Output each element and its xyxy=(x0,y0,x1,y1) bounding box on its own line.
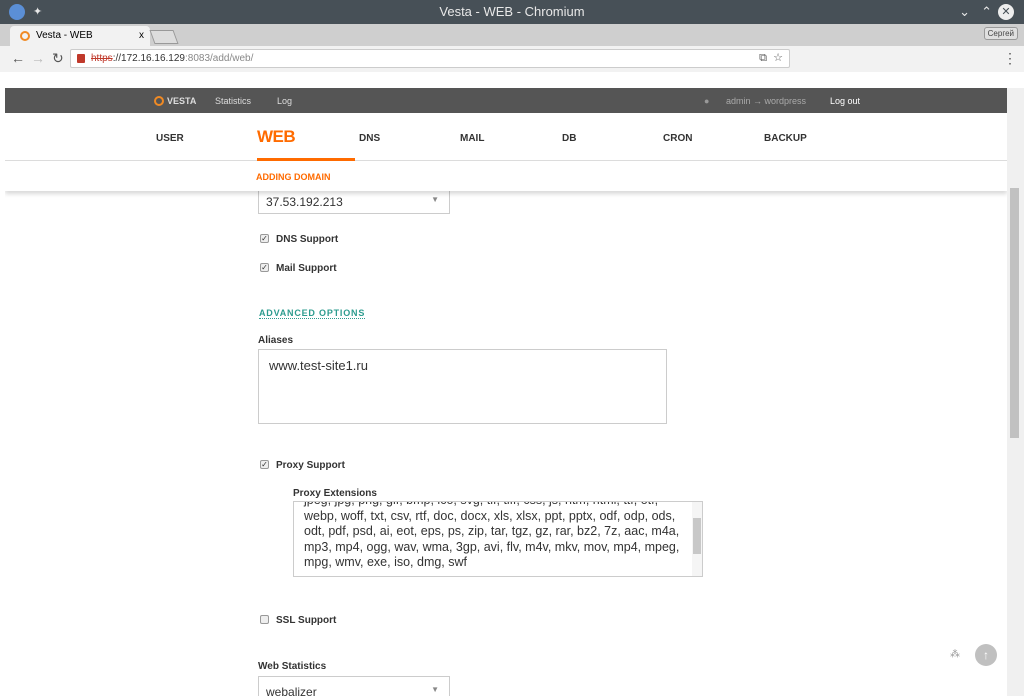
subheader: ADDING DOMAIN xyxy=(5,161,1007,191)
browser-tab[interactable]: Vesta - WEB x xyxy=(10,26,150,46)
mail-checkbox[interactable]: ✓ xyxy=(260,263,269,272)
proxy-extensions-label: Proxy Extensions xyxy=(293,488,377,499)
aliases-textarea[interactable]: www.test-site1.ru xyxy=(258,349,667,424)
page-title: ADDING DOMAIN xyxy=(256,172,331,182)
insecure-lock-icon xyxy=(77,54,85,63)
page-scrollbar[interactable] xyxy=(1007,88,1024,696)
new-tab-button[interactable] xyxy=(149,30,179,44)
chevron-down-icon: ▼ xyxy=(431,685,439,694)
vesta-logo[interactable]: VESTA xyxy=(154,96,196,106)
tab-close-icon[interactable]: x xyxy=(139,26,144,46)
window-title: Vesta - WEB - Chromium xyxy=(439,4,585,19)
menu-dns[interactable]: DNS xyxy=(359,133,380,144)
back-icon[interactable]: ← xyxy=(11,50,25,66)
address-bar[interactable]: https://172.16.16.129:8083/add/web/ ⧉ ☆ xyxy=(70,49,790,68)
chromium-icon xyxy=(9,4,25,20)
shortcuts-icon[interactable]: ⁂ xyxy=(950,649,960,660)
ssl-label: SSL Support xyxy=(276,615,337,626)
minimize-icon[interactable]: ⌄ xyxy=(959,0,970,24)
pin-icon[interactable]: ✦ xyxy=(33,0,42,24)
aliases-label: Aliases xyxy=(258,335,294,346)
statistics-link[interactable]: Statistics xyxy=(215,96,251,106)
top-nav: VESTA Statistics Log ● admin → wordpress… xyxy=(5,88,1007,113)
favicon-icon xyxy=(20,31,30,41)
menu-db[interactable]: DB xyxy=(562,133,576,144)
translate-icon[interactable]: ⧉ xyxy=(759,50,767,67)
dns-checkbox[interactable]: ✓ xyxy=(260,234,269,243)
textarea-scrollbar[interactable] xyxy=(692,502,702,576)
chevron-down-icon: ▼ xyxy=(431,195,439,204)
menu-icon[interactable]: ⋮ xyxy=(1003,50,1017,67)
proxy-extensions-textarea[interactable]: jpeg, jpg, png, gif, bmp, ico, svg, tif,… xyxy=(293,501,703,577)
profile-button[interactable]: Сергей xyxy=(983,27,1018,40)
proxy-checkbox[interactable]: ✓ xyxy=(260,460,269,469)
page-viewport: VESTA Statistics Log ● admin → wordpress… xyxy=(5,88,1007,696)
scroll-top-button[interactable]: ↑ xyxy=(975,644,997,666)
web-stats-label: Web Statistics xyxy=(258,661,327,672)
menu-mail[interactable]: MAIL xyxy=(460,133,484,144)
tab-title: Vesta - WEB xyxy=(36,30,93,41)
maximize-icon[interactable]: ⌃ xyxy=(981,0,992,24)
logout-link[interactable]: Log out xyxy=(830,96,860,106)
menu-backup[interactable]: BACKUP xyxy=(764,133,807,144)
main-menu: USER WEB DNS MAIL DB CRON BACKUP xyxy=(5,113,1007,161)
user-link[interactable]: admin → wordpress xyxy=(726,96,806,106)
bell-icon[interactable]: ● xyxy=(704,96,709,106)
menu-web[interactable]: WEB xyxy=(257,127,296,147)
proxy-label: Proxy Support xyxy=(276,460,345,471)
dns-label: DNS Support xyxy=(276,234,339,245)
log-link[interactable]: Log xyxy=(277,96,292,106)
menu-user[interactable]: USER xyxy=(156,133,184,144)
forward-icon[interactable]: → xyxy=(31,50,45,66)
menu-cron[interactable]: CRON xyxy=(663,133,692,144)
browser-toolbar: ← → ↻ https://172.16.16.129:8083/add/web… xyxy=(0,46,1024,72)
close-window-icon[interactable]: ✕ xyxy=(998,4,1014,20)
ssl-checkbox[interactable] xyxy=(260,615,269,624)
bookmark-star-icon[interactable]: ☆ xyxy=(773,50,783,67)
tab-bar: Vesta - WEB x Сергей xyxy=(0,24,1024,46)
advanced-options-link[interactable]: ADVANCED OPTIONS xyxy=(259,308,366,319)
mail-label: Mail Support xyxy=(276,263,337,274)
window-titlebar: ✦ Vesta - WEB - Chromium ⌄ ⌃ ✕ xyxy=(0,0,1024,24)
reload-icon[interactable]: ↻ xyxy=(52,50,64,67)
web-stats-select[interactable]: webalizer ▼ xyxy=(258,676,450,696)
